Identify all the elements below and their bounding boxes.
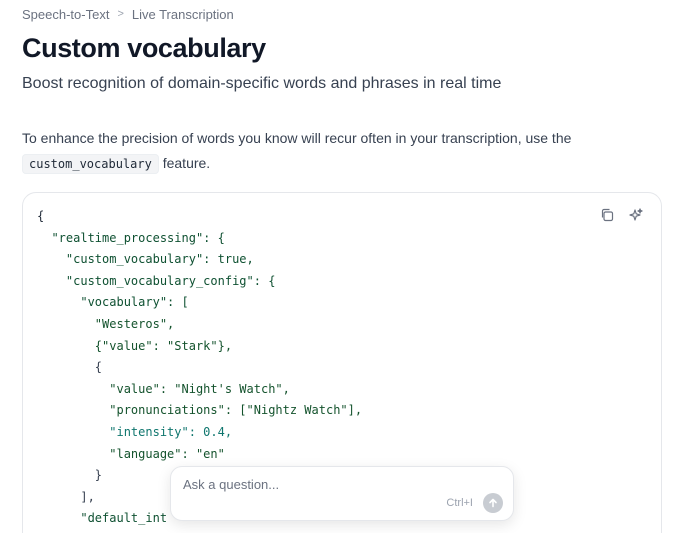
code-line: ], [37,489,95,504]
sparkle-icon[interactable] [627,207,643,223]
copy-icon[interactable] [599,207,615,223]
breadcrumb-item-live-transcription[interactable]: Live Transcription [132,7,234,22]
inline-code: custom_vocabulary [22,154,159,174]
code-line: "custom_vocabulary_config": { [37,273,276,288]
code-line: "pronunciations": ["Nightz Watch"], [37,403,363,418]
code-line: "custom_vocabulary": true, [37,252,254,267]
ask-question-input[interactable] [183,477,433,492]
code-line: { [37,360,103,375]
ask-question-bar: Ctrl+I [170,466,514,521]
breadcrumb-separator: > [117,8,124,20]
breadcrumb: Speech-to-Text > Live Transcription [22,6,234,22]
breadcrumb-item-speech-to-text[interactable]: Speech-to-Text [22,7,109,22]
arrow-up-icon[interactable] [483,493,503,513]
code-line: "language": "en" [37,446,225,461]
code-line: "default_int [37,511,168,526]
code-line: "realtime_processing": { [37,230,225,245]
code-line: } [37,468,103,483]
code-line: "intensity": 0.4, [37,424,233,439]
intro-text-before: To enhance the precision of words you kn… [22,130,572,146]
code-line: {"value": "Stark"}, [37,338,233,353]
code-actions [599,207,643,223]
code-line: { [37,209,45,223]
page-title: Custom vocabulary [22,33,266,63]
code-line: "value": "Night's Watch", [37,381,290,396]
code-line: "vocabulary": [ [37,295,189,310]
intro-paragraph: To enhance the precision of words you kn… [22,126,662,177]
code-line: "Westeros", [37,316,175,331]
keyboard-shortcut-hint: Ctrl+I [446,497,473,509]
intro-text-after: feature. [158,155,211,171]
page-subtitle: Boost recognition of domain-specific wor… [22,75,502,92]
